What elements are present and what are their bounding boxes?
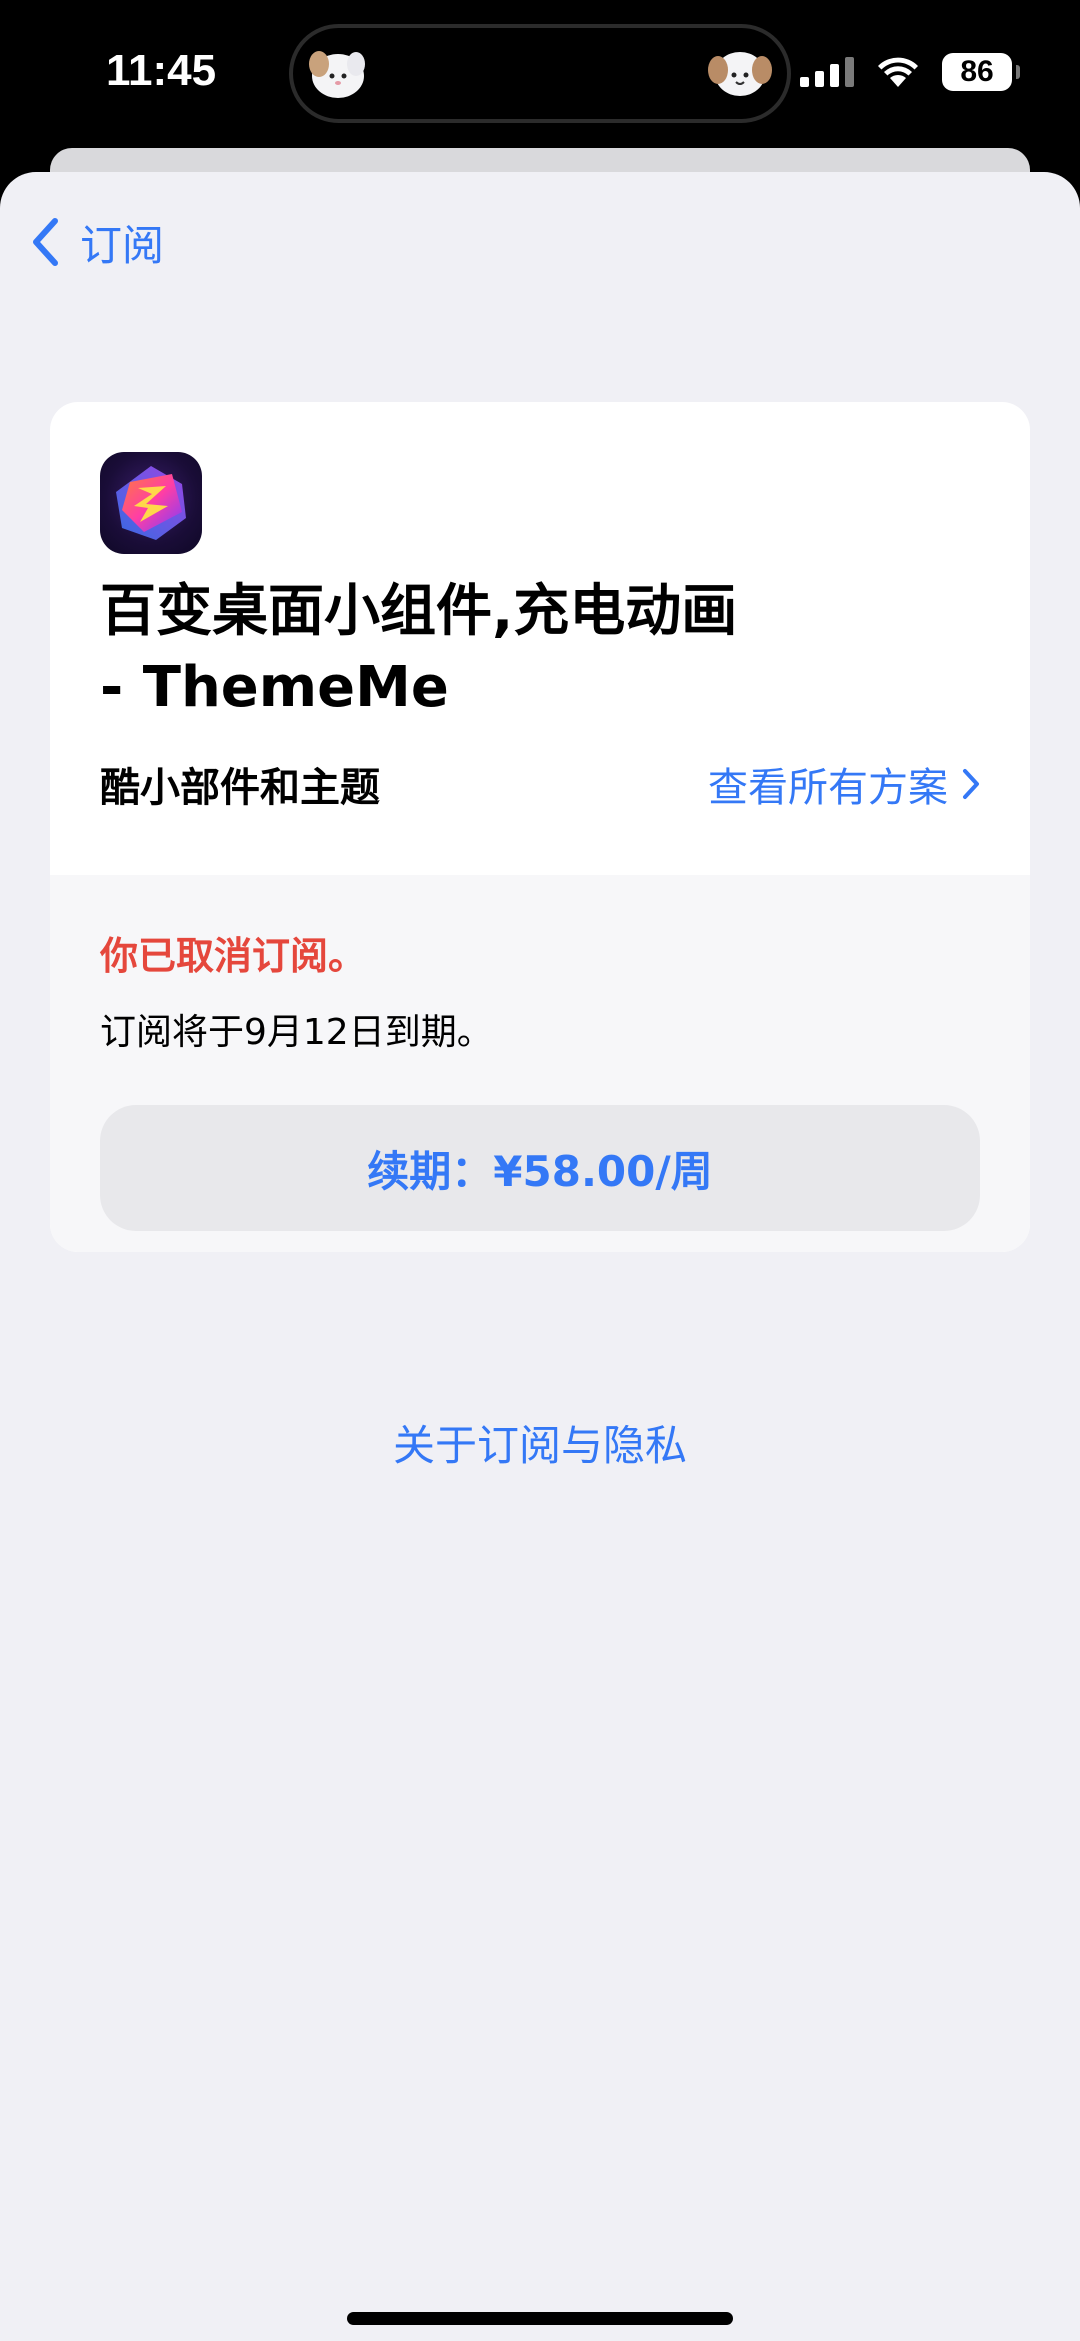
app-icon	[100, 452, 202, 554]
cancelled-notice: 你已取消订阅。	[100, 934, 367, 978]
plan-row: 酷小部件和主题 查看所有方案	[100, 754, 980, 814]
thememe-logo-icon	[116, 466, 186, 540]
wifi-icon	[878, 57, 918, 87]
status-bar: 11:45 86	[0, 0, 1080, 150]
subscription-status-section: 你已取消订阅。 订阅将于9月12日到期。 续期：¥58.00/周	[50, 875, 1030, 1252]
subscription-card: 百变桌面小组件,充电动画 - ThemeMe 酷小部件和主题 查看所有方案 你已…	[50, 402, 1030, 1252]
chevron-left-icon	[33, 218, 58, 266]
subscription-sheet: 订阅 百变桌面小组件,充电动画 - ThemeMe 酷小部件和主题 查看所有方案…	[0, 172, 1080, 2341]
see-all-plans-link[interactable]: 查看所有方案	[708, 755, 980, 813]
back-label: 订阅	[80, 220, 165, 270]
chevron-right-icon	[963, 769, 979, 799]
app-title: 百变桌面小组件,充电动画 - ThemeMe	[100, 574, 980, 726]
renew-button[interactable]: 续期：¥58.00/周	[100, 1105, 980, 1231]
home-indicator[interactable]	[347, 2312, 733, 2325]
privacy-link[interactable]: 关于订阅与隐私	[0, 1412, 1080, 1473]
app-title-line1: 百变桌面小组件,充电动画	[100, 579, 738, 644]
cellular-signal-icon	[800, 57, 854, 87]
battery-icon: 86	[942, 53, 1020, 91]
app-title-line2: - ThemeMe	[100, 655, 449, 720]
system-icons: 86	[800, 50, 1020, 94]
expiry-text: 订阅将于9月12日到期。	[100, 1012, 493, 1053]
status-time: 11:45	[106, 46, 217, 95]
dynamic-island	[289, 24, 791, 123]
back-button[interactable]: 订阅	[30, 212, 164, 272]
puppy-face-icon	[708, 52, 772, 96]
puppy-sticker-icon	[309, 51, 365, 98]
plan-name: 酷小部件和主题	[100, 765, 380, 811]
see-all-plans-label: 查看所有方案	[708, 765, 948, 811]
